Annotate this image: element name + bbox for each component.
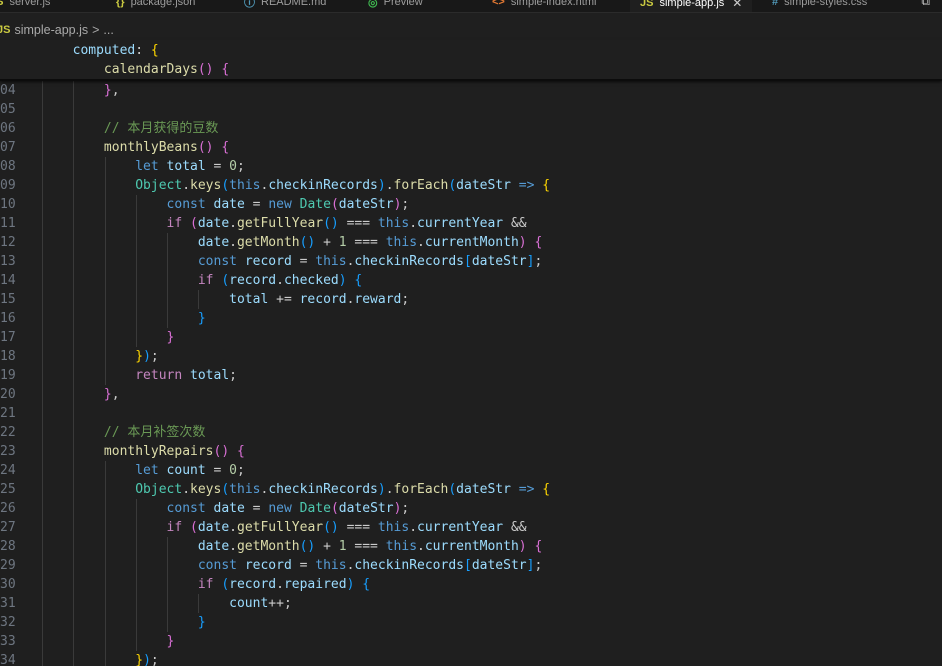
code-line[interactable]: 10 const date = new Date(dateStr); [0, 195, 942, 214]
code-text: calendarDays() { [103, 62, 230, 77]
code-text: date.getMonth() + 1 === this.currentMont… [197, 235, 543, 250]
code-line[interactable]: 31 count++; [0, 594, 942, 613]
code-text: date.getMonth() + 1 === this.currentMont… [197, 539, 543, 554]
code-editor[interactable]: computed: { calendarDays() { 04 }, 05 06 /… [0, 0, 942, 666]
code-text: Object.keys(this.checkinRecords).forEach… [135, 482, 551, 497]
code-line[interactable]: 19 return total; [0, 366, 942, 385]
code-text: return total; [135, 368, 237, 383]
code-text: if (record.repaired) { [197, 577, 371, 592]
code-line[interactable]: 17 } [0, 328, 942, 347]
code-text: const record = this.checkinRecords[dateS… [197, 254, 543, 269]
code-line[interactable]: 08 let total = 0; [0, 157, 942, 176]
code-line[interactable]: 15 total += record.reward; [0, 290, 942, 309]
code-text: }); [135, 349, 159, 364]
code-text: }, [103, 83, 120, 98]
code-line[interactable]: 25 Object.keys(this.checkinRecords).forE… [0, 480, 942, 499]
code-line[interactable]: 32 } [0, 613, 942, 632]
code-text: const date = new Date(dateStr); [166, 501, 410, 516]
line-number: 21 [0, 406, 16, 421]
code-line[interactable]: 14 if (record.checked) { [0, 271, 942, 290]
code-text: }); [135, 653, 159, 666]
code-line[interactable]: 05 [0, 100, 942, 119]
code-line[interactable]: 27 if (date.getFullYear() === this.curre… [0, 518, 942, 537]
code-line[interactable]: 26 const date = new Date(dateStr); [0, 499, 942, 518]
code-line[interactable]: 24 let count = 0; [0, 461, 942, 480]
code-text: if (date.getFullYear() === this.currentY… [166, 520, 527, 535]
code-text: }, [103, 387, 120, 402]
code-text: if (date.getFullYear() === this.currentY… [166, 216, 527, 231]
code-line[interactable]: 21 [0, 404, 942, 423]
sticky-scroll-header[interactable]: computed: { calendarDays() { [0, 40, 942, 80]
code-text: const record = this.checkinRecords[dateS… [197, 558, 543, 573]
code-line[interactable]: 16 } [0, 309, 942, 328]
code-line[interactable]: 09 Object.keys(this.checkinRecords).forE… [0, 176, 942, 195]
code-text: let total = 0; [135, 159, 245, 174]
code-line[interactable]: 23 monthlyRepairs() { [0, 442, 942, 461]
code-text: count++; [229, 596, 292, 611]
code-line[interactable]: 12 date.getMonth() + 1 === this.currentM… [0, 233, 942, 252]
code-text: total += record.reward; [229, 292, 410, 307]
code-text: let count = 0; [135, 463, 245, 478]
code-text: } [166, 634, 175, 649]
code-line[interactable]: 34 }); [0, 651, 942, 666]
code-text: if (record.checked) { [197, 273, 363, 288]
code-text: const date = new Date(dateStr); [166, 197, 410, 212]
code-text: } [197, 615, 206, 630]
code-text: } [166, 330, 175, 345]
code-line[interactable]: 04 }, [0, 81, 942, 100]
code-line[interactable]: 07 monthlyBeans() { [0, 138, 942, 157]
code-line[interactable]: 28 date.getMonth() + 1 === this.currentM… [0, 537, 942, 556]
sticky-scroll-shadow [0, 79, 942, 81]
code-text: Object.keys(this.checkinRecords).forEach… [135, 178, 551, 193]
code-line[interactable]: 13 const record = this.checkinRecords[da… [0, 252, 942, 271]
code-line[interactable]: 18 }); [0, 347, 942, 366]
code-text: monthlyRepairs() { [103, 444, 245, 459]
code-line[interactable]: 20 }, [0, 385, 942, 404]
code-line[interactable]: 33 } [0, 632, 942, 651]
code-line[interactable]: 06 // 本月获得的豆数 [0, 119, 942, 138]
line-number: 05 [0, 102, 16, 117]
code-text: monthlyBeans() { [103, 140, 230, 155]
code-line[interactable]: 11 if (date.getFullYear() === this.curre… [0, 214, 942, 233]
code-line[interactable]: 22 // 本月补签次数 [0, 423, 942, 442]
code-line[interactable]: 30 if (record.repaired) { [0, 575, 942, 594]
code-text: computed: { [72, 43, 159, 58]
code-text: // 本月获得的豆数 [103, 121, 219, 136]
code-line[interactable]: 29 const record = this.checkinRecords[da… [0, 556, 942, 575]
code-text: // 本月补签次数 [103, 425, 206, 440]
code-text: } [197, 311, 206, 326]
